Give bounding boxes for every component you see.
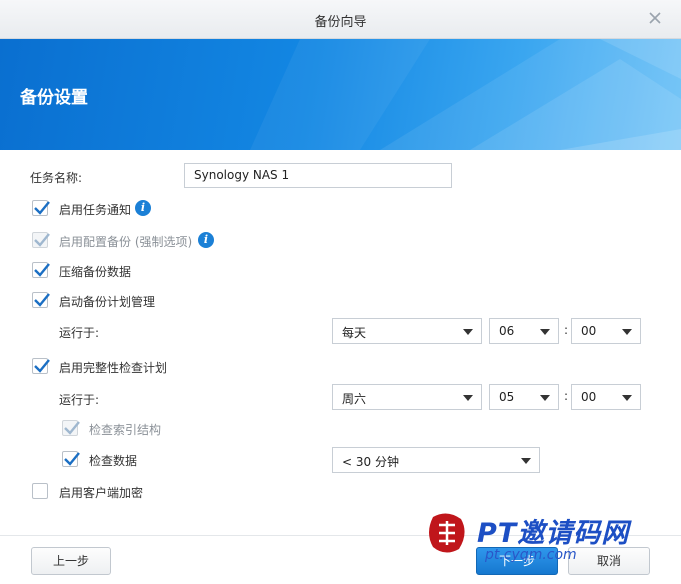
window-title: 备份向导 xyxy=(314,15,367,30)
integrity-minute-value: 00 xyxy=(581,390,597,404)
backup-minute-value: 00 xyxy=(581,324,597,338)
backup-hour-value: 06 xyxy=(499,324,515,338)
info-icon[interactable]: i xyxy=(198,232,214,248)
checkmark-icon xyxy=(34,293,50,307)
backup-day-value: 每天 xyxy=(342,326,367,340)
backup-hour-select[interactable]: 06 xyxy=(489,318,559,344)
integrity-hour-value: 05 xyxy=(499,390,515,404)
chevron-down-icon xyxy=(622,395,632,401)
chevron-down-icon xyxy=(622,329,632,335)
enable-backup-schedule-checkbox[interactable] xyxy=(32,292,50,308)
dialog-footer: 上一步 下一步 取消 xyxy=(0,535,681,584)
integrity-hour-select[interactable]: 05 xyxy=(489,384,559,410)
chevron-down-icon xyxy=(540,395,550,401)
chevron-down-icon xyxy=(463,329,473,335)
enable-client-encryption-checkbox[interactable] xyxy=(32,483,48,499)
check-data-checkbox[interactable] xyxy=(62,451,80,467)
chevron-down-icon xyxy=(540,329,550,335)
header-banner: 备份设置 xyxy=(0,39,681,150)
checkmark-icon xyxy=(34,263,50,277)
next-button[interactable]: 下一步 xyxy=(476,547,558,575)
task-name-label: 任务名称: xyxy=(30,171,83,185)
integrity-minute-select[interactable]: 00 xyxy=(571,384,641,410)
check-index-structure-checkbox xyxy=(62,420,80,436)
page-title: 备份设置 xyxy=(20,88,88,108)
enable-config-backup-label: 启用配置备份 (强制选项) xyxy=(59,235,193,249)
previous-button[interactable]: 上一步 xyxy=(31,547,111,575)
checkmark-icon xyxy=(34,233,50,247)
check-data-duration-value: < 30 分钟 xyxy=(342,455,399,469)
time-separator: : xyxy=(564,323,569,337)
enable-integrity-check-checkbox[interactable] xyxy=(32,358,50,374)
time-separator: : xyxy=(564,389,569,403)
checkmark-icon xyxy=(34,359,50,373)
chevron-down-icon xyxy=(463,395,473,401)
info-icon[interactable]: i xyxy=(135,200,151,216)
check-data-label: 检查数据 xyxy=(89,454,138,468)
enable-task-notification-checkbox[interactable] xyxy=(32,200,50,216)
backup-run-at-label: 运行于: xyxy=(59,326,100,340)
chevron-down-icon xyxy=(521,458,531,464)
checkmark-icon xyxy=(64,452,80,466)
backup-minute-select[interactable]: 00 xyxy=(571,318,641,344)
enable-integrity-check-label: 启用完整性检查计划 xyxy=(59,361,168,375)
compress-backup-data-checkbox[interactable] xyxy=(32,262,50,278)
checkmark-icon xyxy=(34,201,50,215)
check-data-duration-select[interactable]: < 30 分钟 xyxy=(332,447,540,473)
compress-backup-data-label: 压缩备份数据 xyxy=(59,265,132,279)
backup-day-select[interactable]: 每天 xyxy=(332,318,482,344)
enable-client-encryption-label: 启用客户端加密 xyxy=(59,486,144,500)
close-icon[interactable] xyxy=(647,10,663,26)
integrity-day-value: 周六 xyxy=(342,392,367,406)
enable-backup-schedule-label: 启动备份计划管理 xyxy=(59,295,156,309)
integrity-run-at-label: 运行于: xyxy=(59,393,100,407)
check-index-structure-label: 检查索引结构 xyxy=(89,423,162,437)
enable-task-notification-label: 启用任务通知 xyxy=(59,203,132,217)
integrity-day-select[interactable]: 周六 xyxy=(332,384,482,410)
task-name-input[interactable]: Synology NAS 1 xyxy=(184,163,452,188)
window-titlebar: 备份向导 xyxy=(0,0,681,39)
banner-decoration xyxy=(250,39,681,150)
checkmark-icon xyxy=(64,421,80,435)
cancel-button[interactable]: 取消 xyxy=(568,547,650,575)
enable-config-backup-checkbox xyxy=(32,232,50,248)
